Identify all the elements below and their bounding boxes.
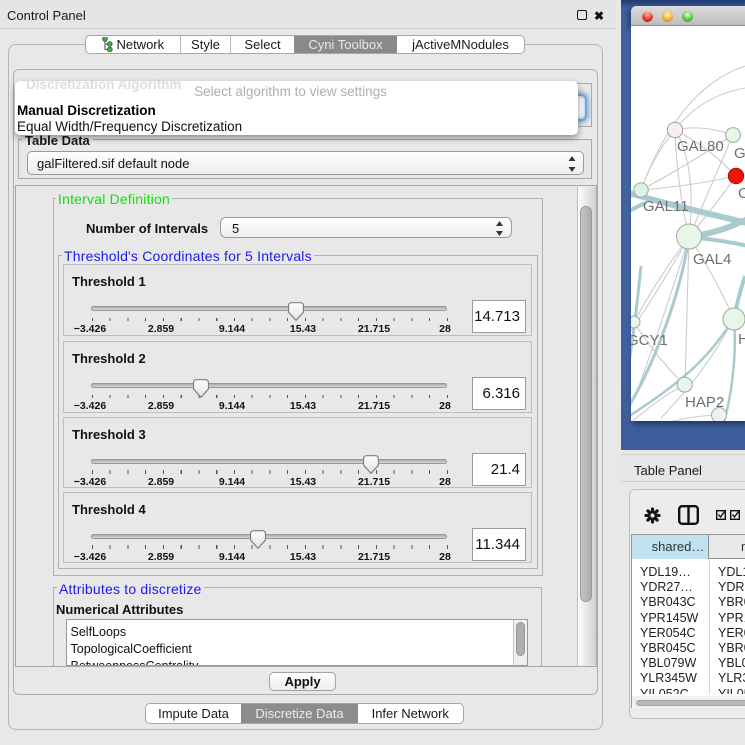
svg-text:GAL4: GAL4 xyxy=(693,251,731,268)
svg-text:GAL80: GAL80 xyxy=(677,138,724,155)
svg-text:GCY1: GCY1 xyxy=(631,332,668,349)
svg-text:GA: GA xyxy=(734,145,745,162)
svg-text:H: H xyxy=(738,331,745,348)
svg-text:GAL11: GAL11 xyxy=(643,198,689,215)
svg-text:C: C xyxy=(738,185,745,202)
svg-text:HAP2: HAP2 xyxy=(685,394,724,411)
